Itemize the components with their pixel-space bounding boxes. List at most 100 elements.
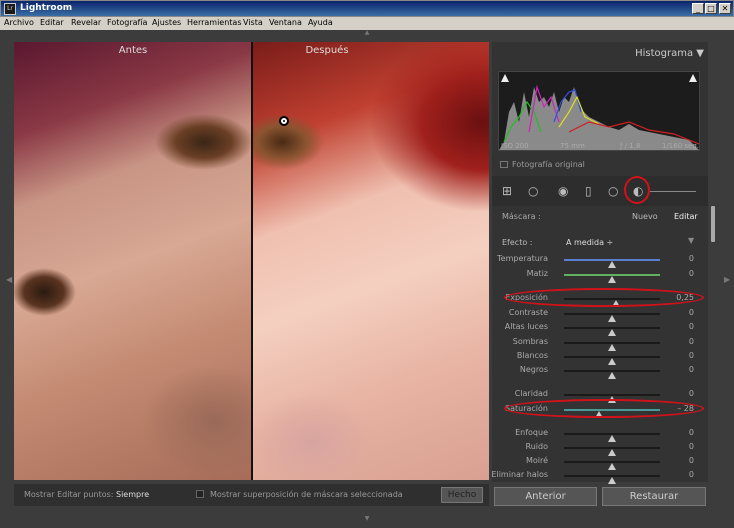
photo-compare-view[interactable]: Antes Después [14,42,489,480]
menu-herramientas[interactable]: Herramientas [187,18,242,27]
effect-label: Efecto : [502,238,533,247]
slider-row[interactable]: Altas luces 0 [492,321,708,336]
close-button[interactable]: ✕ [719,3,731,14]
slider-value[interactable]: 0 [689,269,694,278]
menu-fotografia[interactable]: Fotografía [107,18,147,27]
crop-overlay-icon[interactable]: ⊞ [502,185,512,197]
slider-row[interactable]: Sombras 0 [492,336,708,351]
slider-label: Claridad [514,389,548,398]
slider-thumb[interactable] [608,372,616,379]
slider-track[interactable] [564,394,660,403]
slider-track[interactable] [564,370,660,379]
spot-removal-icon[interactable]: ○ [528,185,538,197]
mask-new-button[interactable]: Nuevo [632,212,658,221]
previous-button[interactable]: Anterior [494,487,597,506]
slider-thumb[interactable] [608,477,616,484]
slider-row[interactable]: Contraste 0 [492,307,708,322]
slider-thumb[interactable] [608,329,616,336]
slider-row[interactable]: Matiz 0 [492,268,708,283]
mask-overlay-checkbox[interactable] [196,490,204,498]
before-label: Antes [118,45,148,56]
left-panel-toggle-icon[interactable]: ◀ [6,275,12,284]
slider-track[interactable] [564,313,660,322]
slider-label: Enfoque [515,428,548,437]
top-panel-toggle-icon[interactable]: ▲ [362,30,372,36]
slider-row[interactable]: Eliminar halos 0 [491,469,708,484]
slider-track[interactable] [564,274,660,283]
photo-before [14,42,252,480]
slider-label: Temperatura [497,254,548,263]
highlight-ring-slider [504,399,704,418]
slider-track[interactable] [564,342,660,351]
bottom-panel-toggle-icon[interactable]: ▼ [362,515,372,522]
tool-slider[interactable] [650,191,696,192]
menu-ajustes[interactable]: Ajustes [152,18,181,27]
slider-thumb[interactable] [608,276,616,283]
slider-track[interactable] [564,475,660,484]
slider-track[interactable] [564,433,660,442]
slider-value[interactable]: 0 [689,470,694,479]
aperture-readout: ƒ / 1,8 [620,142,641,150]
show-pins-select[interactable]: Siempre [116,490,149,499]
red-eye-icon[interactable]: ◉ [558,185,568,197]
adjustment-pin-icon[interactable] [279,116,289,126]
panel-scrollbar[interactable] [711,206,715,242]
iso-readout: ISO 200 [501,142,529,150]
slider-track[interactable] [564,327,660,336]
reset-button[interactable]: Restaurar [602,487,706,506]
slider-row[interactable]: Ruido 0 [492,441,708,456]
slider-value[interactable]: 0 [689,322,694,331]
slider-label: Altas luces [504,322,548,331]
photo-after [252,42,489,480]
minimize-button[interactable]: _ [692,3,704,14]
menu-ventana[interactable]: Ventana [269,18,302,27]
histogram-graph [499,74,700,150]
menu-vista[interactable]: Vista [243,18,263,27]
graduated-filter-icon[interactable]: ▯ [585,185,592,197]
slider-label: Matiz [526,269,548,278]
effect-select[interactable]: A medida ÷ [566,238,613,247]
original-photo-checkbox[interactable] [500,161,508,168]
collapse-triangle-icon[interactable]: ▼ [688,236,694,245]
lightroom-logo-icon: Lr [4,3,16,15]
menu-ayuda[interactable]: Ayuda [308,18,333,27]
done-button[interactable]: Hecho [441,487,483,503]
menu-archivo[interactable]: Archivo [4,18,34,27]
histogram-title-text: Histograma [635,48,694,59]
slider-value[interactable]: 0 [689,308,694,317]
mask-edit-button[interactable]: Editar [674,212,698,221]
slider-value[interactable]: 0 [689,365,694,374]
slider-track[interactable] [564,259,660,268]
slider-thumb[interactable] [608,261,616,268]
menu-editar[interactable]: Editar [40,18,64,27]
slider-value[interactable]: 0 [689,428,694,437]
slider-label: Ruido [525,442,548,451]
slider-value[interactable]: 0 [689,254,694,263]
slider-track[interactable] [564,461,660,470]
slider-track[interactable] [564,356,660,365]
slider-label: Negros [519,365,548,374]
slider-value[interactable]: 0 [689,442,694,451]
slider-row[interactable]: Negros 0 [492,364,708,379]
slider-row[interactable]: Moiré 0 [492,455,708,470]
highlight-ring-slider [504,288,704,307]
radial-filter-icon[interactable]: ○ [608,185,618,197]
collapse-triangle-icon: ▼ [696,48,704,59]
maximize-button[interactable]: □ [705,3,717,14]
slider-row[interactable]: Enfoque 0 [492,427,708,442]
window-title: Lightroom [20,3,73,13]
slider-value[interactable]: 0 [689,351,694,360]
shutter-readout: 1/160 seg. [662,142,700,150]
histogram[interactable] [498,71,700,151]
menu-revelar[interactable]: Revelar [71,18,101,27]
slider-value[interactable]: 0 [689,337,694,346]
right-panel-toggle-icon[interactable]: ▶ [724,275,730,284]
slider-value[interactable]: 0 [689,456,694,465]
focal-readout: 75 mm [560,142,585,150]
slider-track[interactable] [564,447,660,456]
after-label: Después [305,45,349,56]
slider-row[interactable]: Temperatura 0 [492,253,708,268]
slider-value[interactable]: 0 [689,389,694,398]
histogram-title[interactable]: Histograma ▼ [635,48,704,59]
slider-row[interactable]: Blancos 0 [492,350,708,365]
